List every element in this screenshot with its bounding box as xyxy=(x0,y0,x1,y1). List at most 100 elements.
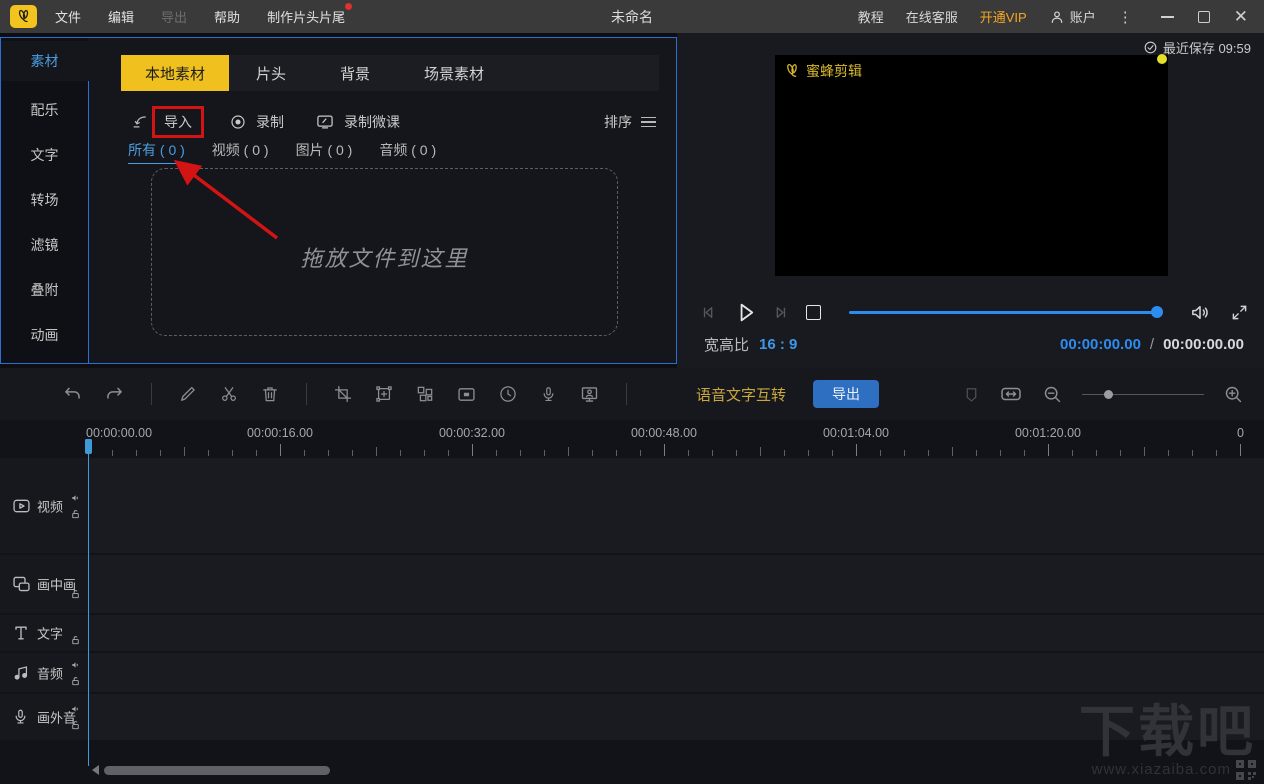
tab-intro[interactable]: 片头 xyxy=(229,55,313,91)
tab-background[interactable]: 背景 xyxy=(313,55,397,91)
import-icon xyxy=(133,115,146,127)
sidebar-item-overlay[interactable]: 叠附 xyxy=(1,270,88,310)
sidebar-item-transition[interactable]: 转场 xyxy=(1,180,88,220)
track-lane-text[interactable] xyxy=(88,615,1264,651)
edit-pencil-icon[interactable] xyxy=(178,384,198,404)
fullscreen-icon[interactable] xyxy=(1229,302,1250,323)
aspect-ratio-value[interactable]: 16 : 9 xyxy=(759,336,797,353)
delete-trash-icon[interactable] xyxy=(260,384,280,404)
play-button[interactable] xyxy=(732,299,759,326)
more-menu-icon[interactable]: ⋮ xyxy=(1118,8,1133,26)
next-frame-button[interactable] xyxy=(771,303,790,322)
maximize-button[interactable] xyxy=(1197,10,1210,23)
sort-label: 排序 xyxy=(604,114,632,130)
notification-dot xyxy=(345,3,353,10)
timeline-zoom-slider[interactable] xyxy=(1082,389,1204,399)
track-mute-icon[interactable] xyxy=(70,492,81,503)
zoom-in-icon[interactable] xyxy=(1223,384,1244,405)
voiceover-mic-icon[interactable] xyxy=(539,385,558,404)
horizontal-scrollbar[interactable] xyxy=(104,766,330,775)
record-lesson-button[interactable]: 录制微课 xyxy=(315,112,400,132)
track-lane-video[interactable] xyxy=(88,458,1264,553)
account-label: 账户 xyxy=(1069,10,1096,25)
zoom-region-icon[interactable] xyxy=(374,384,394,404)
close-button[interactable]: ✕ xyxy=(1234,8,1248,25)
track-lane-pip[interactable] xyxy=(88,555,1264,613)
site-watermark-title: 下载吧 xyxy=(1079,700,1256,763)
sidebar-item-media[interactable]: 素材 xyxy=(1,41,88,81)
support-link[interactable]: 在线客服 xyxy=(906,7,958,26)
preview-info-row: 宽高比 16 : 9 00:00:00.00 / 00:00:00.00 xyxy=(704,334,1244,355)
ruler-label: 00:00:48.00 xyxy=(630,426,698,440)
redo-icon[interactable] xyxy=(104,384,125,405)
duration-clock-icon[interactable] xyxy=(498,384,518,404)
edit-toolbar: 语音文字互转 导出 xyxy=(0,368,1264,420)
toolbar-icons xyxy=(62,383,632,405)
mosaic-icon[interactable] xyxy=(415,384,435,404)
vip-link[interactable]: 开通VIP xyxy=(980,7,1027,26)
seek-knob[interactable] xyxy=(1151,306,1163,318)
zoom-slider-track xyxy=(1082,393,1204,395)
site-watermark-url: www.xiazaiba.com xyxy=(1091,761,1231,778)
filter-audio[interactable]: 音频 ( 0 ) xyxy=(379,140,436,164)
sidebar-item-filter[interactable]: 滤镜 xyxy=(1,225,88,265)
tab-local-media[interactable]: 本地素材 xyxy=(121,55,230,91)
tab-scene-media[interactable]: 场景素材 xyxy=(397,55,511,91)
menu-bar: 文件 编辑 导出 帮助 制作片头片尾 xyxy=(55,3,353,26)
minimize-button[interactable] xyxy=(1160,15,1174,18)
video-viewport[interactable]: 蜜蜂剪辑 xyxy=(775,54,1168,276)
track-lane-audio[interactable] xyxy=(88,653,1264,692)
material-tabs: 本地素材 片头 背景 场景素材 xyxy=(121,55,659,91)
zoom-slider-knob[interactable] xyxy=(1104,389,1113,399)
window-controls: ✕ xyxy=(1160,8,1248,25)
volume-icon[interactable] xyxy=(1189,301,1212,324)
track-label: 文字 xyxy=(37,626,64,642)
sidebar-item-text[interactable]: 文字 xyxy=(1,135,88,175)
track-lock-icon[interactable] xyxy=(70,508,81,519)
watermark-close-dot[interactable] xyxy=(1157,54,1167,64)
stop-button[interactable] xyxy=(806,304,821,320)
track-lock-icon[interactable] xyxy=(70,675,81,686)
total-time: 00:00:00.00 xyxy=(1163,336,1244,353)
filter-video[interactable]: 视频 ( 0 ) xyxy=(212,140,269,164)
track-controls xyxy=(70,704,81,731)
record-button[interactable]: 录制 xyxy=(229,112,284,132)
export-button[interactable]: 导出 xyxy=(813,380,880,408)
track-row-audio: 音频 xyxy=(0,653,1264,692)
fit-timeline-icon[interactable] xyxy=(999,382,1023,406)
scroll-left-arrow[interactable] xyxy=(92,765,99,775)
file-dropzone[interactable]: 拖放文件到这里 xyxy=(151,168,618,336)
prev-frame-button[interactable] xyxy=(699,303,718,322)
sidebar-item-music[interactable]: 配乐 xyxy=(1,90,88,130)
presenter-icon[interactable] xyxy=(579,384,600,405)
record-icon xyxy=(231,115,245,129)
pip-track-icon xyxy=(13,576,30,592)
split-scissors-icon[interactable] xyxy=(219,384,239,404)
sidebar-item-animation[interactable]: 动画 xyxy=(1,315,88,355)
track-mute-icon[interactable] xyxy=(70,659,81,670)
track-header-audio: 音频 xyxy=(0,653,88,692)
undo-icon[interactable] xyxy=(62,384,83,405)
menu-edit[interactable]: 编辑 xyxy=(108,7,134,26)
crop-icon[interactable] xyxy=(333,384,353,404)
filter-all[interactable]: 所有 ( 0 ) xyxy=(128,140,185,164)
track-lock-icon[interactable] xyxy=(70,589,81,600)
track-row-video: 视频 xyxy=(0,458,1264,553)
qr-code-icon xyxy=(1236,760,1256,780)
menu-intro-outro[interactable]: 制作片头片尾 xyxy=(267,3,353,26)
track-lock-icon[interactable] xyxy=(70,720,81,731)
seek-slider[interactable] xyxy=(849,306,1163,318)
zoom-out-icon[interactable] xyxy=(1042,384,1063,405)
track-lock-icon[interactable] xyxy=(70,635,81,646)
filter-image[interactable]: 图片 ( 0 ) xyxy=(296,140,353,164)
sort-button[interactable]: 排序 xyxy=(604,112,656,132)
menu-file[interactable]: 文件 xyxy=(55,7,81,26)
pip-icon[interactable] xyxy=(456,384,477,405)
marker-shield-icon[interactable] xyxy=(963,386,980,403)
speech-text-convert-button[interactable]: 语音文字互转 xyxy=(696,384,786,405)
tutorial-link[interactable]: 教程 xyxy=(858,7,884,26)
menu-help[interactable]: 帮助 xyxy=(214,7,240,26)
import-button[interactable]: 导入 xyxy=(152,106,204,138)
account-button[interactable]: 账户 xyxy=(1049,7,1096,26)
track-mute-icon[interactable] xyxy=(70,704,81,715)
